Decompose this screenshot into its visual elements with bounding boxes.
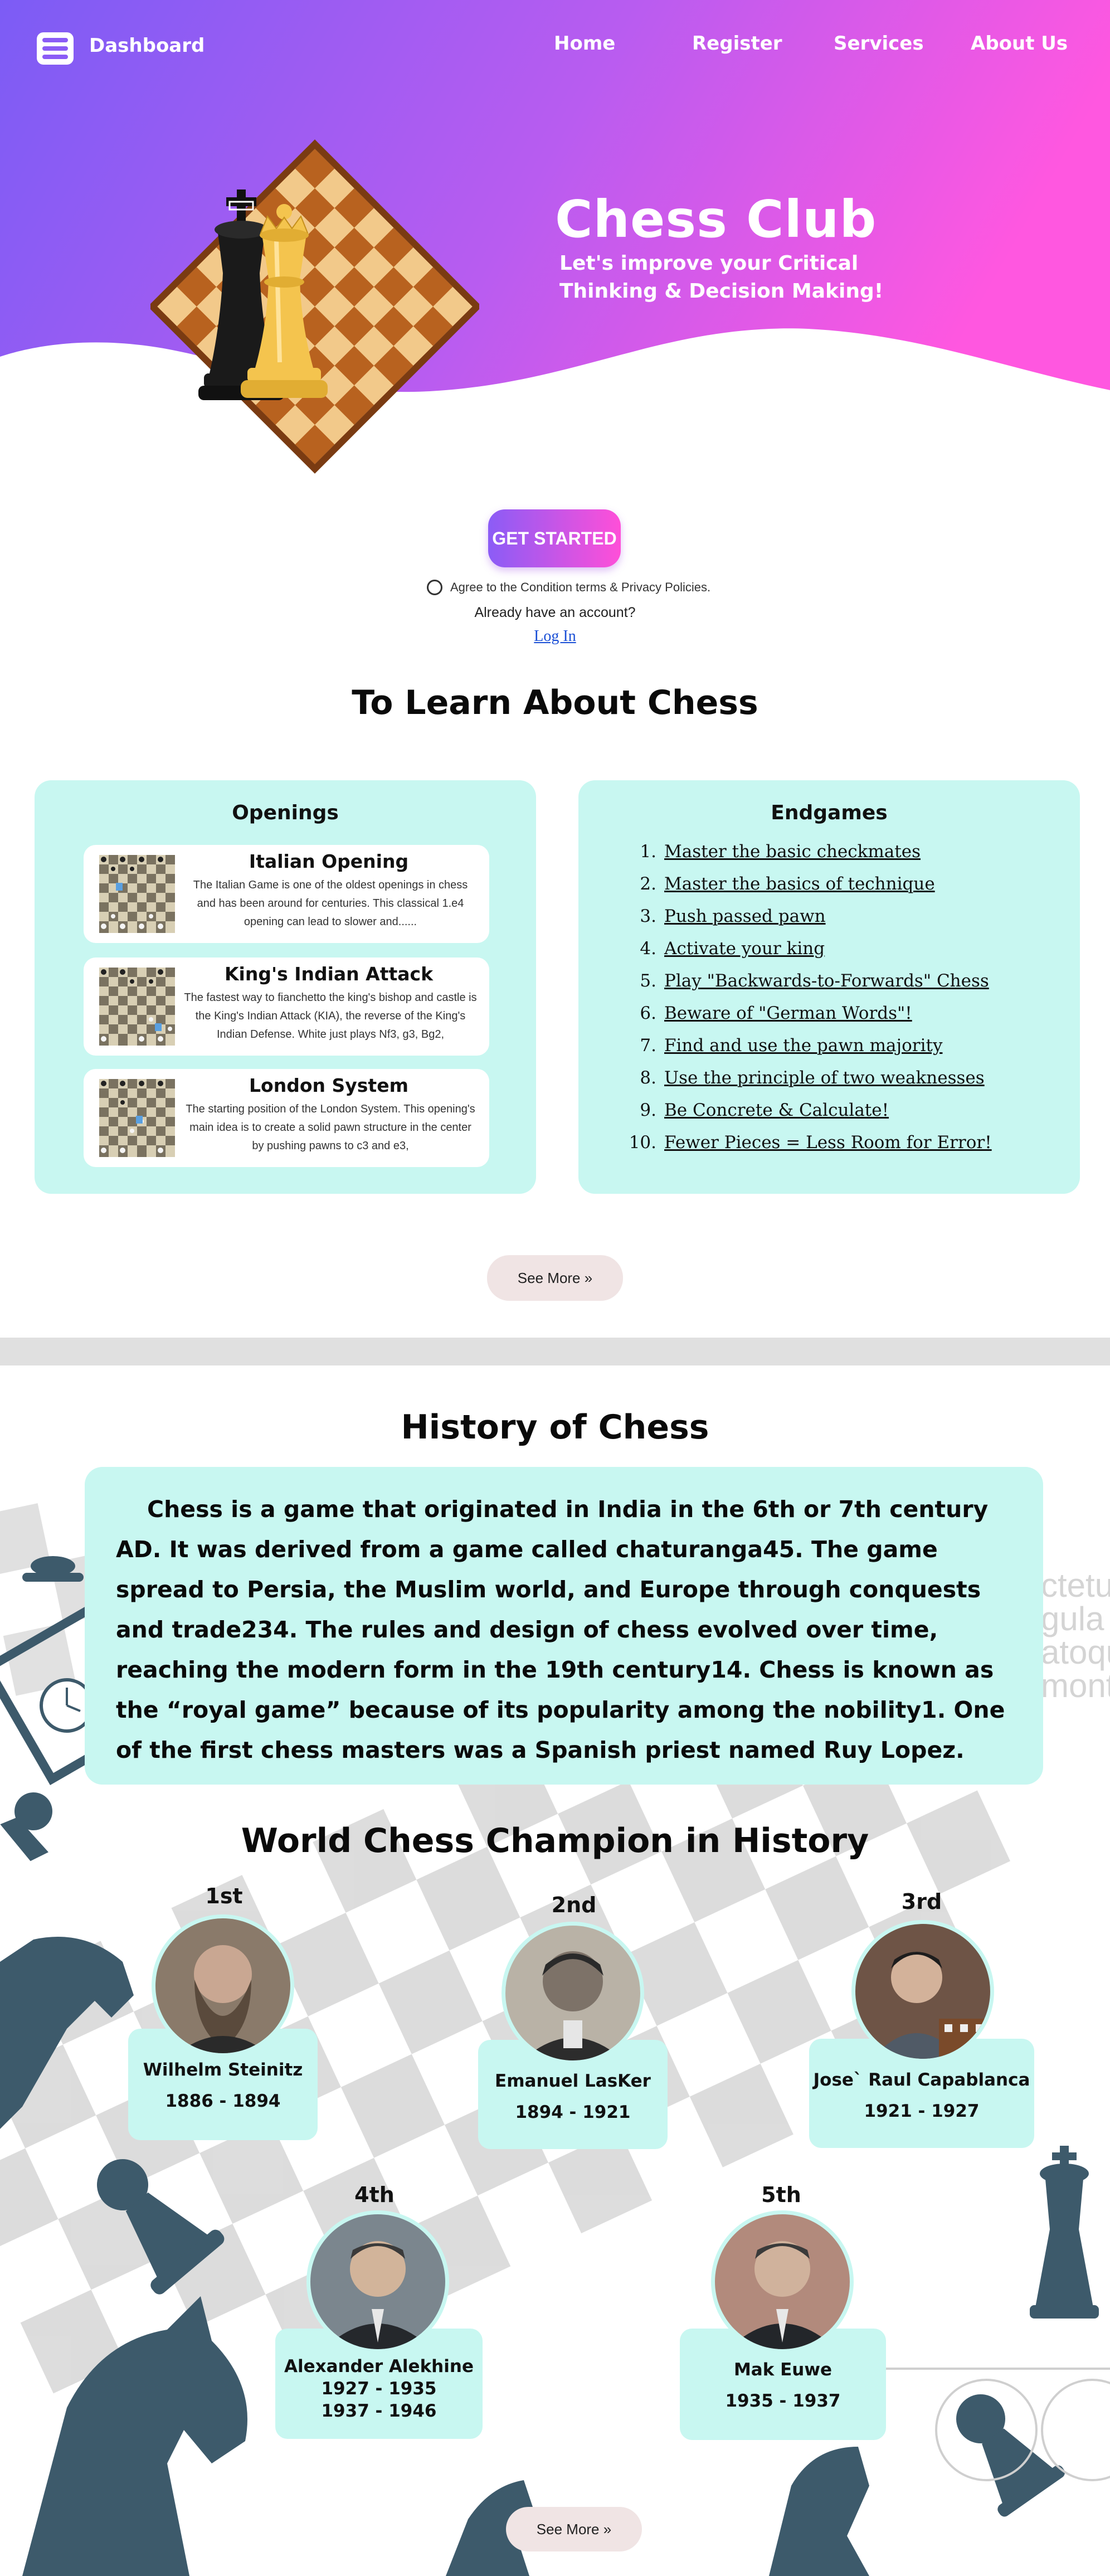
champion-years: 1894 - 1921 — [515, 2102, 631, 2122]
history-paragraph: Chess is a game that originated in India… — [116, 1496, 1005, 1763]
endgame-item[interactable]: 2. Master the basics of technique — [629, 874, 992, 906]
champion-photo-avatar — [711, 2210, 854, 2353]
openings-title: Openings — [232, 801, 339, 824]
champions-section-title: World Chess Champion in History — [241, 1821, 869, 1860]
champion-photo-avatar — [152, 1914, 294, 2057]
opening-item-kings-indian[interactable]: King's Indian Attack The fastest way to … — [84, 958, 489, 1056]
champion-photo-avatar — [851, 1920, 994, 2063]
login-link-label[interactable]: Log In — [534, 628, 576, 645]
agree-checkbox[interactable] — [427, 580, 442, 595]
champion-years: 1937 - 1946 — [321, 2401, 437, 2421]
endgames-title: Endgames — [771, 801, 888, 824]
nav-link-register[interactable]: Register — [692, 32, 782, 55]
endgame-item[interactable]: 10. Fewer Pieces = Less Room for Error! — [629, 1133, 992, 1165]
opening-name: London System — [249, 1075, 408, 1096]
opening-description: The Italian Game is one of the oldest op… — [193, 879, 468, 928]
history-section-title: History of Chess — [401, 1408, 709, 1447]
champion-rank: 3rd — [901, 1889, 942, 1914]
opening-name: King's Indian Attack — [224, 963, 434, 985]
champion-rank: 2nd — [551, 1893, 597, 1917]
agree-label: Agree to the Condition terms & Privacy P… — [450, 580, 711, 594]
champion-years: 1935 - 1937 — [725, 2391, 841, 2411]
champion-rank: 1st — [205, 1884, 243, 1908]
opening-board-thumbnail — [99, 968, 175, 1046]
champion-name: Alexander Alekhine — [284, 2356, 474, 2376]
hero-title: Chess Club — [555, 189, 877, 249]
champion-name: Emanuel LasKer — [495, 2071, 651, 2091]
hero-subtitle: Let's improve your Critical Thinking & D… — [559, 252, 884, 303]
opening-description: The fastest way to fianchetto the king's… — [184, 991, 477, 1041]
champion-years: 1921 - 1927 — [864, 2101, 980, 2121]
opening-item-london-system[interactable]: London System The starting position of t… — [84, 1069, 489, 1167]
nav-brand[interactable]: Dashboard — [89, 35, 205, 57]
champion-name: Jose` Raul Capablanca — [813, 2070, 1030, 2090]
endgame-item[interactable]: 9. Be Concrete & Calculate! — [629, 1100, 992, 1133]
champion-name: Wilhelm Steinitz — [143, 2060, 303, 2080]
endgame-item[interactable]: 3. Push passed pawn — [629, 906, 992, 939]
endgame-item[interactable]: 1. Master the basic checkmates — [629, 842, 992, 874]
openings-card: Openings Italian Opening The Italian Gam… — [35, 780, 536, 1194]
opening-board-thumbnail — [99, 855, 175, 933]
get-started-button[interactable]: GET STARTED — [488, 509, 621, 567]
learn-section-title: To Learn About Chess — [352, 683, 758, 722]
already-account-text: Already have an account? — [474, 605, 636, 620]
champion-photo-avatar — [306, 2210, 449, 2353]
champion-photo-avatar — [502, 1922, 644, 2064]
endgame-item[interactable]: 8. Use the principle of two weaknesses — [629, 1068, 992, 1100]
nav-link-services[interactable]: Services — [834, 32, 924, 55]
ghost-background-text: ctetue gula e atoqu mont — [1041, 1567, 1110, 1704]
champions-see-more-button[interactable]: See More » — [506, 2507, 642, 2551]
champion-years: 1886 - 1894 — [165, 2091, 281, 2111]
hero-section: Dashboard Home Register Services About U… — [0, 0, 1110, 502]
nav-link-about-us[interactable]: About Us — [971, 32, 1068, 55]
opening-name: Italian Opening — [249, 850, 409, 872]
champion-years: 1927 - 1935 — [321, 2379, 437, 2399]
chessboard-illustration — [148, 139, 482, 474]
endgames-list: 1. Master the basic checkmates 2. Master t… — [629, 842, 992, 1165]
opening-board-thumbnail — [99, 1079, 175, 1157]
endgame-item[interactable]: 5. Play "Backwards-to-Forwards" Chess — [629, 971, 992, 1003]
opening-item-italian[interactable]: Italian Opening The Italian Game is one … — [84, 845, 489, 943]
endgame-item[interactable]: 7. Find and use the pawn majority — [629, 1036, 992, 1068]
opening-description: The starting position of the London Syst… — [186, 1103, 475, 1152]
nav-link-home[interactable]: Home — [554, 32, 615, 55]
section-divider — [0, 1338, 1110, 1365]
history-text-box: Chess is a game that originated in India… — [85, 1467, 1043, 1785]
menu-icon[interactable] — [37, 32, 74, 65]
champion-name: Mak Euwe — [733, 2360, 833, 2380]
endgame-item[interactable]: 6. Beware of "German Words"! — [629, 1003, 992, 1036]
endgames-card: Endgames 1. Master the basic checkmates 2… — [578, 780, 1080, 1194]
login-link[interactable]: Log In — [0, 628, 1110, 645]
agree-row: Agree to the Condition terms & Privacy P… — [427, 580, 710, 595]
endgame-item[interactable]: 4. Activate your king — [629, 939, 992, 971]
learn-see-more-button[interactable]: See More » — [487, 1255, 623, 1301]
champion-rank: 5th — [761, 2183, 801, 2207]
champion-rank: 4th — [354, 2183, 395, 2207]
